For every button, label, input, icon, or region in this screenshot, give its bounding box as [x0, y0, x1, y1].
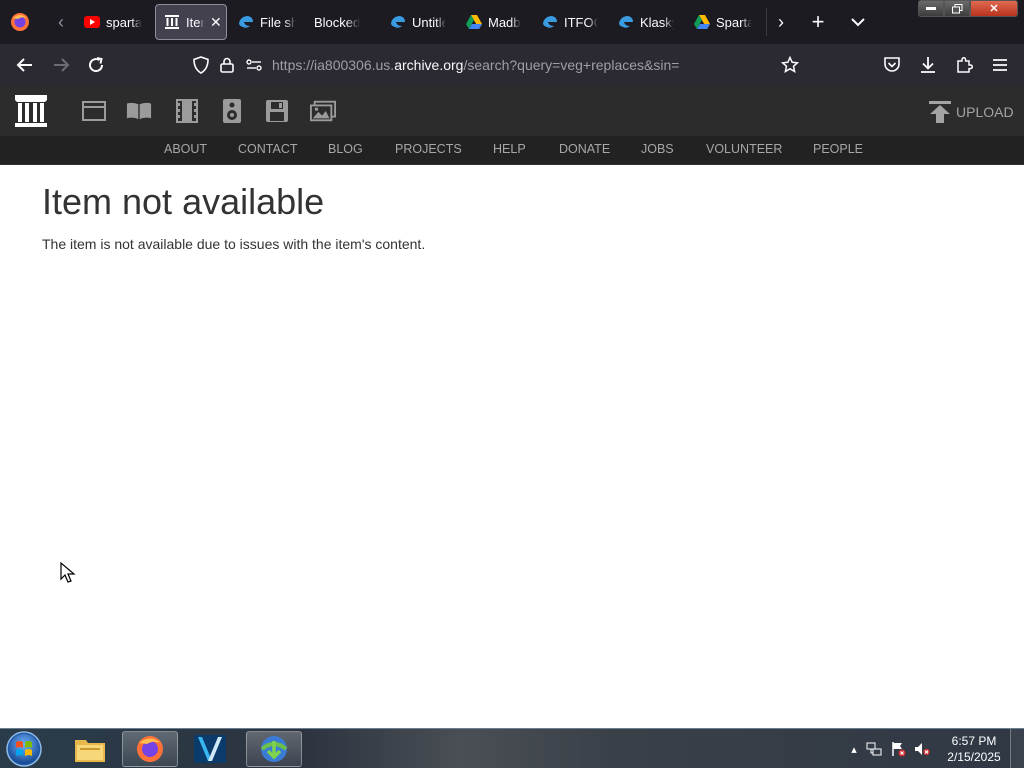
tab-title: Madb — [488, 14, 521, 30]
books-icon[interactable] — [126, 98, 152, 124]
tab-title: Sparta — [716, 14, 752, 30]
page-content: Item not available The item is not avail… — [42, 180, 982, 252]
internet-archive-logo-icon[interactable] — [12, 92, 50, 130]
forward-arrow-icon[interactable] — [50, 53, 74, 77]
tab-title: Untitled — [412, 14, 446, 30]
clock-date: 2/15/2025 — [947, 750, 1001, 764]
downloads-icon[interactable] — [916, 53, 940, 77]
tab-untitled[interactable]: Untitled — [390, 4, 446, 40]
browser-tab-strip: ‹ sparta Item not available ✕ File shari… — [0, 0, 1024, 44]
edge-icon — [390, 14, 406, 30]
drive-icon — [466, 14, 482, 30]
video-film-icon[interactable] — [174, 98, 200, 124]
tab-blocked[interactable]: Blocked — [314, 4, 374, 40]
images-icon[interactable] — [310, 98, 336, 124]
url-prefix: https://ia800306.us. — [272, 57, 395, 73]
tab-divider — [766, 8, 767, 36]
tab-sparta-drive[interactable]: Sparta — [694, 4, 752, 40]
hamburger-menu-icon[interactable] — [988, 53, 1012, 77]
volume-muted-icon[interactable] — [914, 741, 930, 757]
nav-link-donate[interactable]: DONATE — [559, 142, 610, 156]
action-center-flag-icon[interactable] — [890, 741, 906, 757]
reload-icon[interactable] — [84, 53, 108, 77]
upload-arrow-icon — [929, 101, 951, 123]
windows-start-button[interactable] — [4, 730, 48, 768]
tab-item-not-available[interactable]: Item not available ✕ — [155, 4, 227, 40]
tab-title: sparta — [106, 14, 143, 30]
url-domain: archive.org — [394, 57, 464, 73]
tab-itfoc[interactable]: ITFOC — [542, 4, 598, 40]
windows-taskbar: ▴ 6:57 PM 2/15/2025 — [0, 728, 1024, 769]
video-editor-taskbar-icon[interactable] — [182, 731, 238, 767]
list-all-tabs-chevron-icon[interactable] — [846, 10, 870, 34]
close-window-button[interactable]: ✕ — [970, 0, 1018, 17]
tab-title: Blocked — [314, 14, 361, 30]
audio-speaker-icon[interactable] — [219, 98, 245, 124]
nav-link-contact[interactable]: CONTACT — [238, 142, 298, 156]
back-arrow-icon[interactable] — [12, 53, 36, 77]
page-title: Item not available — [42, 181, 325, 222]
tab-title: Klasky — [640, 14, 674, 30]
browser-navigation-bar: https://ia800306.us.archive.org/search?q… — [0, 44, 1024, 86]
permissions-icon[interactable] — [244, 54, 264, 76]
pocket-icon[interactable] — [880, 53, 904, 77]
url-path: /search?query=veg+replaces&sin= — [463, 57, 680, 73]
edge-icon — [618, 14, 634, 30]
tracking-protection-shield-icon[interactable] — [190, 54, 212, 76]
tab-sparta-youtube[interactable]: sparta — [84, 4, 144, 40]
archive-icon — [164, 14, 180, 30]
tab-klasky[interactable]: Klasky — [618, 4, 674, 40]
lock-icon[interactable] — [218, 54, 236, 76]
edge-icon — [238, 14, 254, 30]
nav-link-blog[interactable]: BLOG — [328, 142, 363, 156]
web-browser-window-icon[interactable] — [81, 98, 107, 124]
nav-link-jobs[interactable]: JOBS — [641, 142, 674, 156]
nav-link-help[interactable]: HELP — [493, 142, 526, 156]
address-bar[interactable]: https://ia800306.us.archive.org/search?q… — [186, 49, 810, 81]
tab-madb[interactable]: Madb — [466, 4, 522, 40]
url-text[interactable]: https://ia800306.us.archive.org/search?q… — [272, 57, 679, 73]
upload-button[interactable]: UPLOAD — [928, 100, 1014, 124]
youtube-icon — [84, 14, 100, 30]
edge-icon — [542, 14, 558, 30]
show-hidden-icons-chevron-icon[interactable]: ▴ — [846, 741, 862, 757]
clock-time: 6:57 PM — [951, 734, 997, 748]
restore-button[interactable] — [944, 0, 970, 17]
bookmark-star-icon[interactable] — [778, 54, 802, 76]
nav-link-projects[interactable]: PROJECTS — [395, 142, 462, 156]
archive-top-bar: UPLOAD — [0, 86, 1024, 136]
window-controls: ✕ — [918, 0, 1020, 18]
minimize-button[interactable] — [918, 0, 944, 17]
software-floppy-disk-icon[interactable] — [264, 98, 290, 124]
tab-title: ITFOC — [564, 14, 598, 30]
download-manager-taskbar-icon[interactable] — [246, 731, 302, 767]
firefox-icon[interactable] — [8, 10, 32, 34]
tab-title: Item not available — [186, 14, 204, 30]
network-icon[interactable] — [866, 741, 882, 757]
firefox-taskbar-icon[interactable] — [122, 731, 178, 767]
unavailable-message: The item is not available due to issues … — [42, 236, 426, 252]
nav-link-people[interactable]: PEOPLE — [813, 142, 863, 156]
nav-link-about[interactable]: ABOUT — [164, 142, 207, 156]
nav-link-volunteer[interactable]: VOLUNTEER — [706, 142, 782, 156]
close-tab-icon[interactable]: ✕ — [210, 14, 222, 31]
archive-nav-bar: ABOUT CONTACT BLOG PROJECTS HELP DONATE … — [0, 136, 1024, 165]
new-tab-plus-icon[interactable]: + — [806, 9, 830, 34]
file-explorer-taskbar-icon[interactable] — [62, 731, 118, 767]
show-desktop-button[interactable] — [1010, 729, 1024, 769]
upload-label: UPLOAD — [956, 104, 1014, 120]
mouse-pointer-icon — [60, 561, 76, 584]
drive-icon — [694, 14, 710, 30]
tab-title: File sharing — [260, 14, 296, 30]
taskbar-clock[interactable]: 6:57 PM 2/15/2025 — [940, 733, 1008, 765]
scroll-tabs-right-icon[interactable]: › — [770, 10, 792, 34]
extensions-puzzle-icon[interactable] — [952, 53, 976, 77]
tab-file-sharing[interactable]: File sharing — [238, 4, 296, 40]
scroll-tabs-left-icon[interactable]: ‹ — [50, 10, 72, 34]
